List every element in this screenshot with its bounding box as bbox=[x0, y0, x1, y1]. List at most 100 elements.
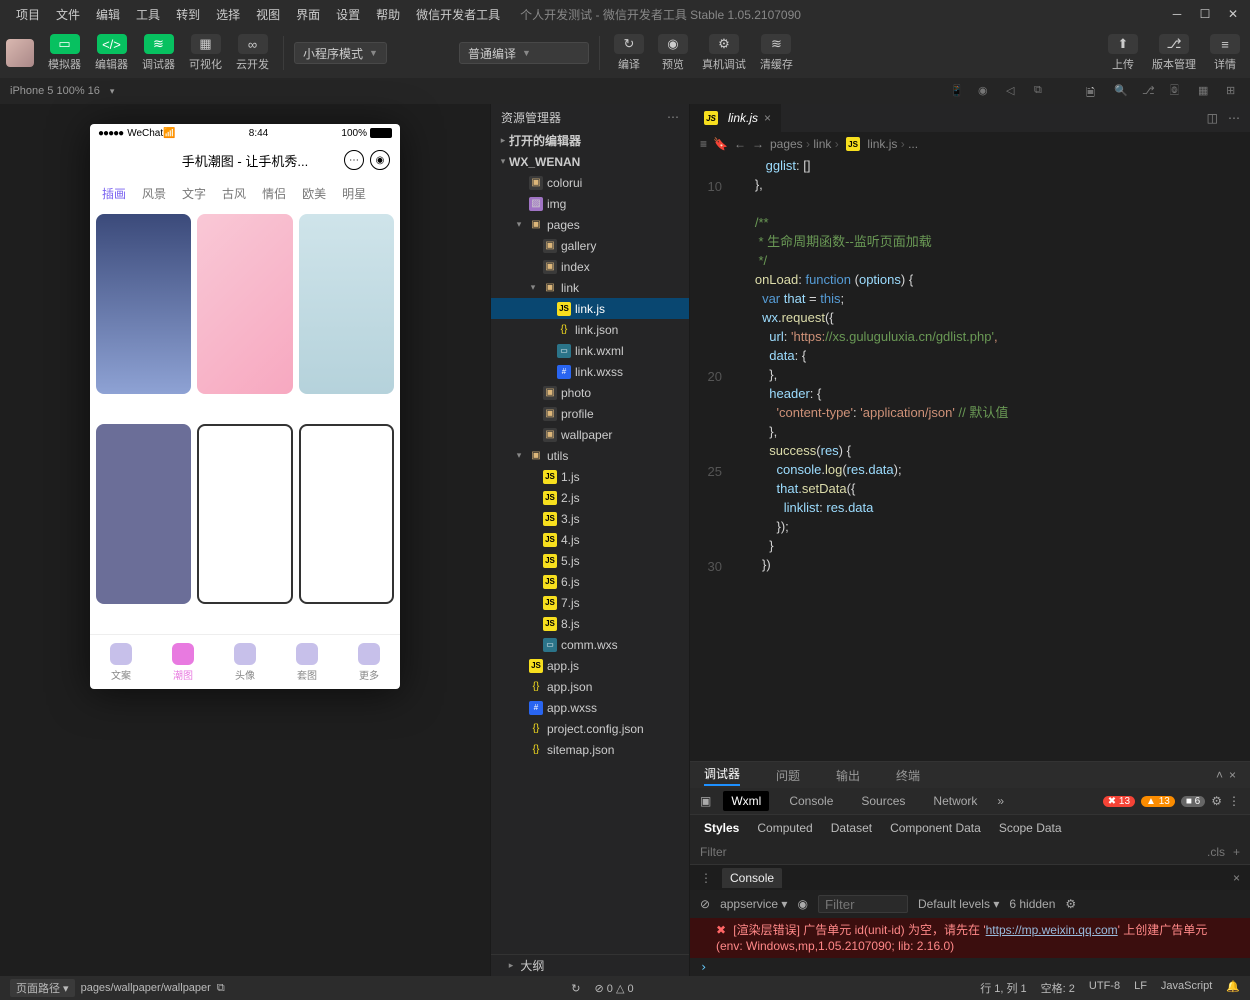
visual-button[interactable]: ▦可视化 bbox=[185, 32, 226, 74]
tree-item[interactable]: #app.wxss bbox=[491, 697, 689, 718]
levels-dropdown[interactable]: Default levels ▾ bbox=[918, 897, 999, 911]
tree-item[interactable]: JS1.js bbox=[491, 466, 689, 487]
tree-item[interactable]: JS4.js bbox=[491, 529, 689, 550]
more-icon[interactable]: ⋯ bbox=[1228, 111, 1240, 125]
menu-item[interactable]: 设置 bbox=[330, 3, 366, 26]
menu-item[interactable]: 视图 bbox=[250, 3, 286, 26]
tree-item[interactable]: #link.wxss bbox=[491, 361, 689, 382]
encoding[interactable]: UTF-8 bbox=[1089, 980, 1120, 996]
tree-item[interactable]: ▣photo bbox=[491, 382, 689, 403]
crumb[interactable]: JS link.js bbox=[842, 137, 897, 151]
tree-item[interactable]: ▣colorui bbox=[491, 172, 689, 193]
tree-item[interactable]: {}link.json bbox=[491, 319, 689, 340]
category-tab[interactable]: 文字 bbox=[182, 185, 206, 202]
language-mode[interactable]: JavaScript bbox=[1161, 980, 1212, 996]
tree-item[interactable]: {}project.config.json bbox=[491, 718, 689, 739]
debugger-tab[interactable]: 输出 bbox=[836, 767, 860, 784]
close-icon[interactable]: ✕ bbox=[1226, 7, 1240, 21]
category-tab[interactable]: 欧美 bbox=[302, 185, 326, 202]
info-count[interactable]: ■ 6 bbox=[1181, 796, 1205, 807]
mute-icon[interactable]: ◁ bbox=[1006, 84, 1020, 98]
menu-item[interactable]: 文件 bbox=[50, 3, 86, 26]
error-indicator[interactable]: ⊘ 0 △ 0 bbox=[595, 982, 634, 995]
tree-item[interactable]: ▭comm.wxs bbox=[491, 634, 689, 655]
devtools-tab[interactable]: Console bbox=[781, 791, 841, 811]
search-icon[interactable]: 🔍 bbox=[1114, 84, 1128, 98]
console-prompt[interactable]: › bbox=[690, 958, 1250, 976]
tree-item[interactable]: {}sitemap.json bbox=[491, 739, 689, 760]
tree-item[interactable]: JS7.js bbox=[491, 592, 689, 613]
more-tabs-icon[interactable]: » bbox=[997, 794, 1004, 808]
wallpaper-thumb[interactable] bbox=[197, 214, 292, 394]
tabbar-item[interactable]: 套图 bbox=[296, 643, 318, 682]
styles-tab[interactable]: Computed bbox=[757, 821, 812, 835]
tree-item[interactable]: ▾▣link bbox=[491, 277, 689, 298]
tree-item[interactable]: ▣wallpaper bbox=[491, 424, 689, 445]
wallpaper-thumb[interactable] bbox=[299, 424, 394, 604]
code-editor[interactable]: 10 20 25 30 gglist: [] }, /** * 生命周期函数--… bbox=[690, 156, 1250, 761]
editor-button[interactable]: </>编辑器 bbox=[91, 32, 132, 74]
eol[interactable]: LF bbox=[1134, 980, 1147, 996]
app-mode-dropdown[interactable]: 小程序模式▼ bbox=[294, 42, 387, 64]
styles-tab[interactable]: Component Data bbox=[890, 821, 981, 835]
gear-icon[interactable]: ⚙ bbox=[1211, 794, 1222, 808]
debugger-button[interactable]: ≋调试器 bbox=[138, 32, 179, 74]
menu-item[interactable]: 选择 bbox=[210, 3, 246, 26]
hidden-count[interactable]: 6 hidden bbox=[1009, 897, 1055, 911]
page-path-label[interactable]: 页面路径 ▾ bbox=[10, 979, 75, 997]
tree-item[interactable]: JS8.js bbox=[491, 613, 689, 634]
console-close-icon[interactable]: × bbox=[1233, 871, 1240, 885]
devtools-tab[interactable]: Sources bbox=[853, 791, 913, 811]
open-editors-section[interactable]: ▸打开的编辑器 bbox=[491, 130, 689, 151]
cursor-position[interactable]: 行 1, 列 1 bbox=[980, 980, 1026, 996]
context-dropdown[interactable]: appservice ▾ bbox=[720, 897, 787, 911]
tabbar-item[interactable]: 文案 bbox=[110, 643, 132, 682]
outline-section[interactable]: ▸ 大纲 bbox=[491, 954, 689, 976]
menu-item[interactable]: 编辑 bbox=[90, 3, 126, 26]
list-icon[interactable]: ≡ bbox=[700, 137, 707, 151]
tree-item[interactable]: ▣gallery bbox=[491, 235, 689, 256]
detail-button[interactable]: ≡详情 bbox=[1206, 32, 1244, 74]
styles-tab[interactable]: Dataset bbox=[831, 821, 872, 835]
more-icon[interactable]: ⋯ bbox=[667, 110, 679, 124]
split-editor-icon[interactable]: ◫ bbox=[1207, 111, 1218, 125]
menu-item[interactable]: 转到 bbox=[170, 3, 206, 26]
console-filter-input[interactable] bbox=[818, 895, 908, 913]
menu-item[interactable]: 界面 bbox=[290, 3, 326, 26]
cloud-button[interactable]: ∞云开发 bbox=[232, 32, 273, 74]
inspect-icon[interactable]: ▣ bbox=[700, 794, 711, 808]
tree-item[interactable]: JS3.js bbox=[491, 508, 689, 529]
tabbar-item[interactable]: 头像 bbox=[234, 643, 256, 682]
editor-tab-active[interactable]: JS link.js × bbox=[690, 104, 781, 132]
menu-item[interactable]: 微信开发者工具 bbox=[410, 3, 506, 26]
nav-back-icon[interactable]: ← bbox=[734, 137, 746, 151]
category-tab[interactable]: 风景 bbox=[142, 185, 166, 202]
gear-icon[interactable]: ⚙ bbox=[1065, 897, 1076, 911]
compile-button[interactable]: ↻编译 bbox=[610, 32, 648, 74]
copy-icon[interactable]: ⧉ bbox=[1034, 84, 1048, 98]
category-tab[interactable]: 明星 bbox=[342, 185, 366, 202]
files-icon[interactable]: 🗎 bbox=[1086, 84, 1100, 98]
indent-setting[interactable]: 空格: 2 bbox=[1041, 980, 1075, 996]
chevron-down-icon[interactable]: ▾ bbox=[110, 86, 115, 97]
tabbar-item[interactable]: 潮图 bbox=[172, 643, 194, 682]
avatar[interactable] bbox=[6, 39, 34, 67]
copy-path-icon[interactable]: ⧉ bbox=[217, 982, 225, 995]
tree-item[interactable]: JS6.js bbox=[491, 571, 689, 592]
clear-console-icon[interactable]: ⊘ bbox=[700, 897, 710, 911]
notifications-icon[interactable]: 🔔 bbox=[1226, 980, 1240, 996]
project-root[interactable]: ▾WX_WENAN bbox=[491, 151, 689, 172]
tree-item[interactable]: ▣index bbox=[491, 256, 689, 277]
nav-forward-icon[interactable]: → bbox=[752, 137, 764, 151]
simulator-button[interactable]: ▭模拟器 bbox=[44, 32, 85, 74]
error-link[interactable]: https://mp.weixin.qq.com bbox=[986, 923, 1118, 937]
plugin-icon[interactable]: ⊞ bbox=[1226, 84, 1240, 98]
device-icon[interactable]: 📱 bbox=[950, 84, 964, 98]
extensions-icon[interactable]: ▦ bbox=[1198, 84, 1212, 98]
tree-item[interactable]: JS5.js bbox=[491, 550, 689, 571]
error-count[interactable]: ✖ 13 bbox=[1103, 796, 1135, 807]
capsule-menu-icon[interactable]: ⋯ bbox=[344, 150, 364, 170]
debugger-tab[interactable]: 问题 bbox=[776, 767, 800, 784]
sync-icon[interactable]: ↻ bbox=[571, 982, 580, 995]
tree-item[interactable]: ▾▣pages bbox=[491, 214, 689, 235]
